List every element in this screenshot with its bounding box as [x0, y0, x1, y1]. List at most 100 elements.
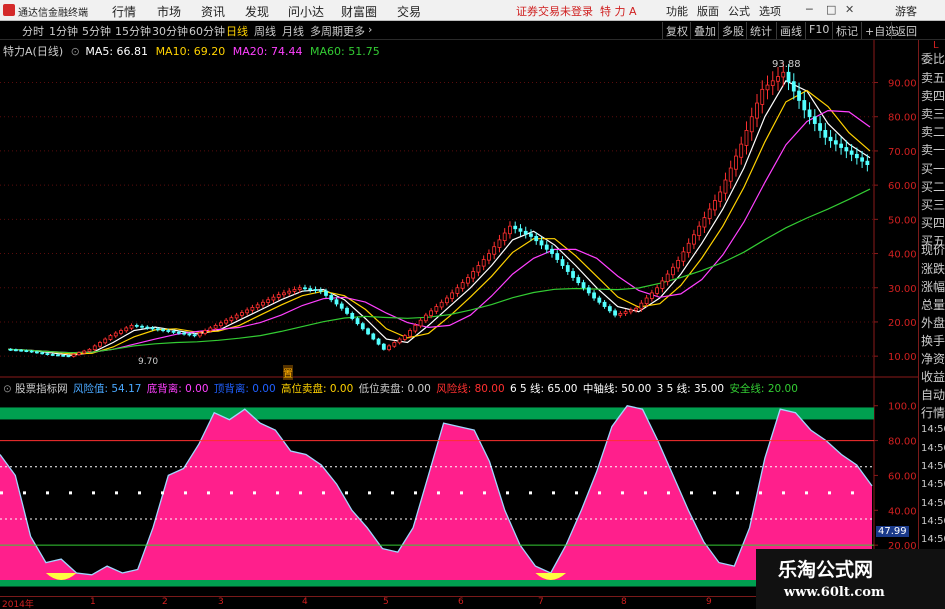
stats-button[interactable]: 统计 [746, 22, 775, 39]
menu-item-trade[interactable]: 交易 [397, 3, 421, 20]
candle-body [760, 88, 765, 105]
tab-15min[interactable]: 15分钟 [115, 23, 151, 39]
candle-body [350, 313, 355, 319]
sidebar-item[interactable]: 买二 [921, 178, 945, 195]
candle-body [119, 330, 123, 334]
tab-intraday[interactable]: 分时 [22, 23, 44, 39]
candle-body [670, 266, 675, 276]
overlay-button[interactable]: 叠加 [690, 22, 719, 39]
sidebar-item[interactable]: 14:50 [921, 516, 945, 527]
candle-body [40, 352, 45, 355]
sidebar-item[interactable]: 净资 [921, 350, 945, 367]
sidebar-item[interactable]: 买一 [921, 160, 945, 177]
time-axis-label: 3 [218, 597, 224, 607]
tab-30min[interactable]: 30分钟 [152, 23, 188, 39]
candle-body [334, 299, 339, 305]
tab-1min[interactable]: 1分钟 [49, 23, 78, 39]
candle-body [439, 301, 444, 308]
candle-body [576, 277, 581, 284]
sidebar-item[interactable]: 14:50 [921, 443, 945, 454]
high-price-label: 93.88 [772, 59, 801, 70]
sidebar-item[interactable]: 委比 [921, 50, 945, 67]
menu-item-discover[interactable]: 发现 [245, 3, 269, 20]
line-35-label: 3 5 线: 35.00 [656, 383, 725, 395]
sidebar-item[interactable]: 卖五 [921, 69, 945, 86]
candle-body [187, 333, 192, 336]
sidebar-item[interactable]: 换手 [921, 332, 945, 349]
menu-item-assistant[interactable]: 问小达 [288, 3, 324, 20]
mark-button[interactable]: 标记 [832, 22, 861, 39]
sidebar-item[interactable]: 14:50 [921, 479, 945, 490]
menu-item-wealth-circle[interactable]: 财富圈 [341, 3, 377, 20]
draw-line-button[interactable]: 画线 [776, 22, 805, 39]
candle-body [492, 246, 497, 255]
multi-stock-button[interactable]: 多股 [718, 22, 747, 39]
watermark: 乐淘公式网 www.60lt.com [756, 549, 945, 609]
tab-60min[interactable]: 60分钟 [189, 23, 225, 39]
function-menu[interactable]: 功能 [666, 3, 688, 19]
menu-item-market[interactable]: 市场 [157, 3, 181, 20]
candle-body [860, 157, 865, 162]
sidebar-item[interactable]: 14:50 [921, 424, 945, 435]
mid-line-label: 中轴线: 50.00 [582, 383, 652, 395]
sidebar-item[interactable]: 涨跌 [921, 260, 945, 277]
signal-marker: 置 [283, 365, 293, 380]
settings-icon[interactable]: ⊙ [3, 383, 12, 395]
candle-body [29, 350, 34, 353]
sidebar-item[interactable]: 卖四 [921, 87, 945, 104]
candle-body [297, 287, 302, 291]
candle-body [155, 328, 160, 331]
sidebar-item[interactable]: 买三 [921, 196, 945, 213]
f10-button[interactable]: F10 [805, 22, 832, 39]
candle-body [355, 318, 360, 325]
maximize-icon[interactable]: □ [826, 3, 836, 16]
close-icon[interactable]: ✕ [845, 3, 854, 16]
sidebar-item[interactable]: 14:50 [921, 534, 945, 545]
candle-body [381, 343, 386, 350]
sidebar-item[interactable]: 总量 [921, 296, 945, 313]
sidebar-item[interactable]: 涨幅 [921, 278, 945, 295]
candle-body [166, 330, 171, 332]
chevron-right-icon[interactable]: › [368, 23, 372, 36]
sidebar-item[interactable]: 14:50 [921, 461, 945, 472]
price-tick-label: 60.00 [888, 181, 917, 192]
tab-5min[interactable]: 5分钟 [82, 23, 111, 39]
period-toolbar: 分时 1分钟 5分钟 15分钟 30分钟 60分钟 日线 周线 月线 多周期 更… [0, 21, 945, 40]
options-menu[interactable]: 选项 [759, 3, 781, 19]
login-status[interactable]: 证券交易未登录 特 力 A [516, 3, 637, 19]
sidebar-item[interactable]: 14:50 [921, 498, 945, 509]
sidebar-item[interactable]: 卖二 [921, 123, 945, 140]
sidebar-item[interactable]: 卖三 [921, 105, 945, 122]
candle-body [50, 354, 55, 356]
menu-item-news[interactable]: 资讯 [201, 3, 225, 20]
layout-menu[interactable]: 版面 [697, 3, 719, 19]
tab-daily[interactable]: 日线 [226, 23, 248, 39]
candle-body [707, 208, 712, 219]
app-logo-icon [3, 4, 15, 16]
guest-login[interactable]: 游客 [895, 3, 917, 19]
candle-body [24, 350, 29, 353]
formula-menu[interactable]: 公式 [728, 3, 750, 19]
settings-icon[interactable]: ⊙ [71, 45, 80, 58]
tab-multi-period[interactable]: 多周期 [310, 23, 343, 39]
tab-more[interactable]: 更多 [343, 23, 365, 39]
sidebar-item[interactable]: 收益 [921, 368, 945, 385]
adjust-button[interactable]: 复权 [662, 22, 691, 39]
sidebar-item[interactable]: 行情 [921, 404, 945, 421]
sidebar-item[interactable]: 买四 [921, 214, 945, 231]
sidebar-item[interactable]: 卖一 [921, 141, 945, 158]
period-label: (日线) [32, 45, 64, 58]
chart-canvas[interactable]: 90.00 80.00 70.00 60.00 50.00 40.00 30.00 20.00… [0, 40, 918, 596]
candle-body [518, 228, 523, 232]
minimize-icon[interactable]: ─ [806, 3, 813, 16]
sidebar-item[interactable]: 外盘 [921, 314, 945, 331]
tab-weekly[interactable]: 周线 [254, 23, 276, 39]
tab-monthly[interactable]: 月线 [282, 23, 304, 39]
sidebar-item[interactable]: 自动 [921, 386, 945, 403]
menu-item-quotes[interactable]: 行情 [112, 3, 136, 20]
back-button[interactable]: 返回 [891, 22, 920, 39]
safe-line-label: 安全线: 20.00 [729, 383, 798, 395]
sidebar-item[interactable]: 现价 [921, 241, 945, 258]
candle-body [634, 307, 639, 311]
candle-body [734, 155, 738, 170]
